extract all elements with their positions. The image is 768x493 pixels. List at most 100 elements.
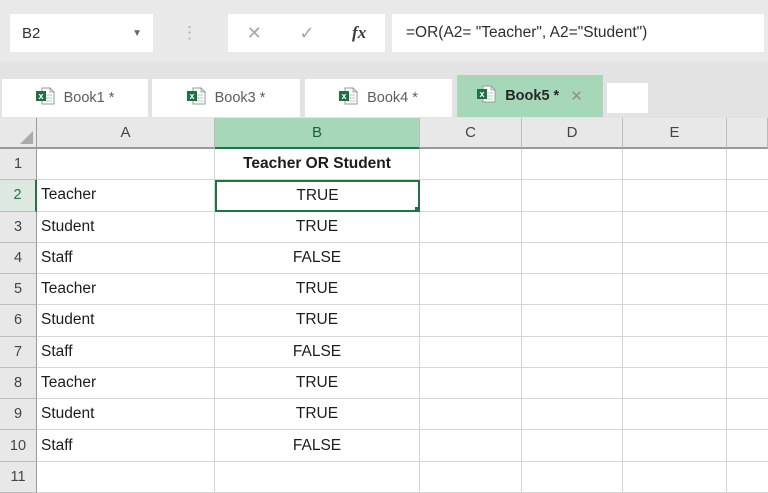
column-header-f-partial[interactable] [727, 118, 768, 149]
row-header[interactable]: 11 [0, 461, 37, 493]
row-header[interactable]: 7 [0, 336, 37, 368]
cell-column-f[interactable] [727, 430, 768, 462]
cell-column-c[interactable] [420, 461, 522, 493]
cell-column-c[interactable] [420, 242, 522, 275]
cell-column-d[interactable] [522, 461, 623, 493]
cancel-icon[interactable]: ✕ [247, 23, 262, 44]
cell-column-b[interactable]: TRUE [215, 367, 420, 400]
cell-column-d[interactable] [522, 274, 623, 306]
cell-column-a[interactable]: Student [37, 399, 215, 431]
cell-column-d[interactable] [522, 430, 623, 462]
cell-column-d[interactable] [522, 367, 623, 400]
cell-column-b[interactable]: TRUE [215, 211, 420, 243]
tab-book4[interactable]: x Book4 * [305, 79, 452, 117]
toolbar-separator-dots-icon: ⋮ [181, 23, 198, 42]
cell-column-b[interactable]: TRUE [215, 274, 420, 306]
column-header-d[interactable]: D [522, 118, 623, 149]
tab-book3[interactable]: x Book3 * [152, 79, 300, 117]
name-box[interactable]: B2 ▼ [10, 14, 153, 52]
cell-column-e[interactable] [623, 180, 727, 212]
cell-column-c[interactable] [420, 149, 522, 181]
cell-column-f[interactable] [727, 399, 768, 431]
row-header[interactable]: 5 [0, 274, 37, 306]
cell-column-f[interactable] [727, 367, 768, 400]
cell-column-d[interactable] [522, 149, 623, 181]
cell-column-a[interactable]: Staff [37, 430, 215, 462]
close-icon[interactable]: ✕ [570, 87, 583, 105]
cell-column-e[interactable] [623, 430, 727, 462]
tab-book1[interactable]: x Book1 * [2, 79, 148, 117]
cell-column-b[interactable]: FALSE [215, 336, 420, 368]
cell-column-c[interactable] [420, 399, 522, 431]
cell-column-f[interactable] [727, 149, 768, 181]
cell-column-b[interactable] [215, 461, 420, 493]
cell-column-f[interactable] [727, 180, 768, 212]
cell-column-e[interactable] [623, 242, 727, 275]
cell-column-b[interactable]: TRUE [215, 305, 420, 337]
cell-column-c[interactable] [420, 367, 522, 400]
cell-column-d[interactable] [522, 242, 623, 275]
cell-column-e[interactable] [623, 461, 727, 493]
row-header[interactable]: 4 [0, 242, 37, 275]
cell-column-d[interactable] [522, 336, 623, 368]
column-header-a[interactable]: A [37, 118, 215, 149]
cell-column-a[interactable]: Staff [37, 336, 215, 368]
row-header[interactable]: 1 [0, 149, 37, 181]
column-header-e[interactable]: E [623, 118, 727, 149]
cell-column-c[interactable] [420, 305, 522, 337]
row-header[interactable]: 6 [0, 305, 37, 337]
cell-column-e[interactable] [623, 336, 727, 368]
cell-column-a[interactable]: Staff [37, 242, 215, 275]
cell-column-a[interactable]: Teacher [37, 180, 215, 212]
fill-handle[interactable] [414, 205, 418, 210]
cell-column-a[interactable] [37, 149, 215, 181]
enter-check-icon[interactable]: ✓ [299, 23, 314, 44]
cell-column-e[interactable] [623, 149, 727, 181]
cell-column-f[interactable] [727, 305, 768, 337]
cell-column-c[interactable] [420, 336, 522, 368]
cell-column-a[interactable] [37, 461, 215, 493]
row-header[interactable]: 2 [0, 180, 37, 212]
cell-column-a[interactable]: Student [37, 211, 215, 243]
cell-column-e[interactable] [623, 399, 727, 431]
formula-bar[interactable]: =OR(A2= "Teacher", A2="Student") [392, 14, 764, 52]
cell-column-c[interactable] [420, 211, 522, 243]
row-header[interactable]: 10 [0, 430, 37, 462]
cell-column-d[interactable] [522, 180, 623, 212]
cell-column-a[interactable]: Teacher [37, 274, 215, 306]
cell-column-b[interactable]: TRUE [215, 180, 420, 212]
column-header-b[interactable]: B [215, 118, 420, 149]
chevron-down-icon[interactable]: ▼ [132, 28, 153, 39]
select-all-corner[interactable] [0, 118, 37, 149]
cell-column-f[interactable] [727, 211, 768, 243]
cell-column-f[interactable] [727, 461, 768, 493]
cell-column-f[interactable] [727, 274, 768, 306]
cell-column-c[interactable] [420, 430, 522, 462]
formula-buttons: ✕ ✓ fx [228, 14, 385, 52]
cell-column-e[interactable] [623, 367, 727, 400]
excel-file-icon: x [186, 87, 206, 109]
cell-column-e[interactable] [623, 211, 727, 243]
cell-column-e[interactable] [623, 274, 727, 306]
cell-column-b[interactable]: Teacher OR Student [215, 149, 420, 181]
cell-column-a[interactable]: Student [37, 305, 215, 337]
cell-column-b[interactable]: FALSE [215, 242, 420, 275]
row-header[interactable]: 3 [0, 211, 37, 243]
cell-column-f[interactable] [727, 336, 768, 368]
row-header[interactable]: 8 [0, 367, 37, 400]
row-header[interactable]: 9 [0, 399, 37, 431]
cell-column-a[interactable]: Teacher [37, 367, 215, 400]
tab-book5-active[interactable]: x Book5 * ✕ [457, 75, 603, 117]
insert-function-icon[interactable]: fx [352, 23, 366, 43]
cell-column-b[interactable]: FALSE [215, 430, 420, 462]
cell-column-e[interactable] [623, 305, 727, 337]
cell-column-d[interactable] [522, 305, 623, 337]
cell-column-d[interactable] [522, 211, 623, 243]
cell-column-f[interactable] [727, 242, 768, 275]
cell-column-c[interactable] [420, 274, 522, 306]
cell-column-b[interactable]: TRUE [215, 399, 420, 431]
cell-column-c[interactable] [420, 180, 522, 212]
new-tab[interactable] [607, 83, 648, 113]
cell-column-d[interactable] [522, 399, 623, 431]
column-header-c[interactable]: C [420, 118, 522, 149]
